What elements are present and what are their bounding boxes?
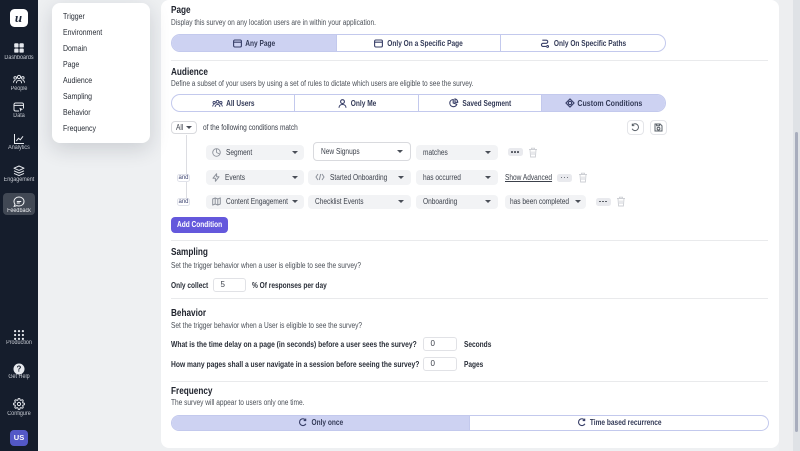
svg-text:?: ? [17,365,22,374]
